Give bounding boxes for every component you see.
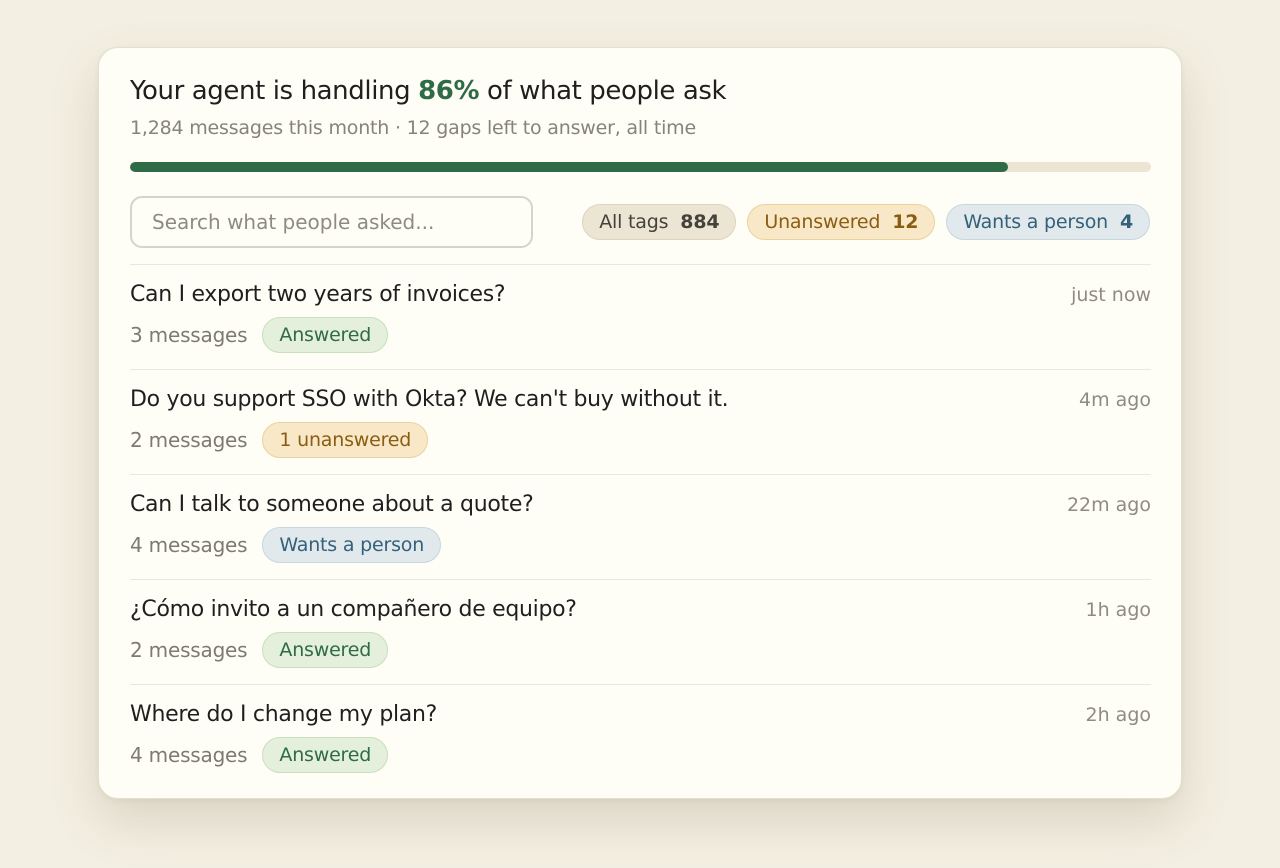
conversation-row[interactable]: Where do I change my plan? 2h ago 4 mess… <box>130 684 1151 789</box>
headline-prefix: Your agent is handling <box>130 76 411 106</box>
conversation-meta: 4 messages Answered <box>130 737 389 773</box>
conversation-time: 4m ago <box>1079 389 1151 411</box>
filter-chip-count: 12 <box>892 211 919 233</box>
conversation-question: ¿Cómo invito a un compañero de equipo? <box>130 597 577 622</box>
page-title: Your agent is handling 86% of what peopl… <box>130 76 727 106</box>
conversation-meta: 2 messages Answered <box>130 632 389 668</box>
message-count: 3 messages <box>130 323 248 347</box>
conversation-time: 2h ago <box>1085 704 1152 726</box>
summary-subline: 1,284 messages this month · 12 gaps left… <box>130 117 696 139</box>
filter-chip-unanswered[interactable]: Unanswered 12 <box>747 204 936 240</box>
conversation-question: Do you support SSO with Okta? We can't b… <box>130 387 729 412</box>
search-input[interactable] <box>130 196 533 248</box>
conversation-meta: 4 messages Wants a person <box>130 527 442 563</box>
status-badge: Wants a person <box>262 527 442 563</box>
message-count: 2 messages <box>130 428 248 452</box>
filter-chip-all-tags[interactable]: All tags 884 <box>582 204 737 240</box>
filter-chip-wants-a-person[interactable]: Wants a person 4 <box>946 204 1150 240</box>
conversation-list: Can I export two years of invoices? just… <box>130 264 1151 789</box>
filter-chip-label: Unanswered <box>764 211 881 233</box>
conversations-card: Your agent is handling 86% of what peopl… <box>98 47 1182 799</box>
conversation-row[interactable]: ¿Cómo invito a un compañero de equipo? 1… <box>130 579 1151 684</box>
filter-chip-label: All tags <box>599 211 669 233</box>
conversation-question: Where do I change my plan? <box>130 702 438 727</box>
conversation-meta: 3 messages Answered <box>130 317 389 353</box>
conversation-question: Can I export two years of invoices? <box>130 282 506 307</box>
coverage-progress-bar <box>130 162 1151 172</box>
status-badge: Answered <box>262 632 389 668</box>
filter-chip-label: Wants a person <box>963 211 1108 233</box>
conversation-row[interactable]: Can I talk to someone about a quote? 22m… <box>130 474 1151 579</box>
status-badge: 1 unanswered <box>262 422 429 458</box>
filter-chips: All tags 884 Unanswered 12 Wants a perso… <box>582 204 1150 240</box>
filter-chip-count: 884 <box>680 211 720 233</box>
filter-chip-count: 4 <box>1119 211 1133 233</box>
message-count: 4 messages <box>130 533 248 557</box>
headline-suffix: of what people ask <box>487 76 727 106</box>
status-badge: Answered <box>262 737 389 773</box>
message-count: 4 messages <box>130 743 248 767</box>
conversation-row[interactable]: Can I export two years of invoices? just… <box>130 264 1151 369</box>
handled-percent: 86% <box>418 76 480 106</box>
conversation-meta: 2 messages 1 unanswered <box>130 422 429 458</box>
message-count: 2 messages <box>130 638 248 662</box>
coverage-progress-fill <box>130 162 1009 172</box>
status-badge: Answered <box>262 317 389 353</box>
conversation-question: Can I talk to someone about a quote? <box>130 492 534 517</box>
conversation-time: 1h ago <box>1085 599 1152 621</box>
conversation-time: 22m ago <box>1066 494 1151 516</box>
conversation-row[interactable]: Do you support SSO with Okta? We can't b… <box>130 369 1151 474</box>
conversation-time: just now <box>1071 284 1151 306</box>
